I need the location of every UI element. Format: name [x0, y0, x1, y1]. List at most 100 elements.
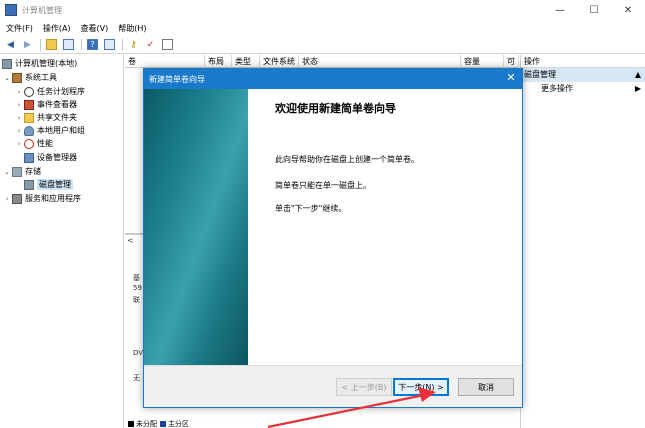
tree-item-label: 事件查看器: [37, 100, 77, 109]
navigation-tree: 计算机管理(本地) ⌄ 系统工具 › 任务计划程序 › 事件查看器 › 共享文件…: [0, 55, 124, 428]
cancel-button[interactable]: 取消: [458, 378, 514, 396]
collapse-up-icon[interactable]: ▲: [635, 68, 641, 82]
title-bar: 计算机管理 — ☐ ✕: [0, 0, 645, 20]
menu-file[interactable]: 文件(F): [6, 23, 33, 34]
services-icon: [12, 193, 22, 204]
back-arrow-icon[interactable]: ◀: [3, 38, 18, 52]
disk-size: 59: [133, 284, 142, 292]
wizard-banner-image: [144, 89, 248, 365]
shared-folder-icon: [24, 112, 34, 123]
column-available[interactable]: 可: [504, 55, 519, 68]
dvd-label: DV: [133, 349, 144, 357]
dialog-close-button[interactable]: ✕: [504, 71, 518, 84]
tree-item-local-users[interactable]: › 本地用户和组: [14, 124, 85, 137]
up-folder-icon[interactable]: [44, 38, 59, 52]
tree-item-label: 共享文件夹: [37, 113, 77, 122]
computer-icon: [2, 58, 12, 69]
scroll-left-arrow[interactable]: <: [127, 236, 134, 245]
chevron-right-icon[interactable]: ›: [14, 88, 24, 96]
disk-management-icon: [24, 179, 34, 190]
more-actions-label: 更多操作: [541, 84, 573, 93]
minimize-button[interactable]: —: [543, 0, 577, 20]
tree-item-label: 服务和应用程序: [25, 194, 81, 203]
maximize-button[interactable]: ☐: [577, 0, 611, 20]
chevron-right-icon[interactable]: ›: [14, 140, 24, 148]
chevron-right-icon[interactable]: ›: [14, 127, 24, 135]
no-media-label: 无: [133, 374, 140, 382]
tree-item-event-viewer[interactable]: › 事件查看器: [14, 98, 77, 111]
tree-item-label: 任务计划程序: [37, 87, 85, 96]
more-actions-item[interactable]: 更多操作 ▶: [521, 82, 645, 96]
toolbar-divider: [122, 38, 123, 51]
disk-label: 基: [133, 274, 140, 282]
menu-view[interactable]: 查看(V): [81, 23, 109, 34]
column-capacity[interactable]: 容量: [461, 55, 504, 68]
tree-item-disk-management[interactable]: 磁盘管理: [24, 178, 73, 191]
legend-primary-swatch: [160, 421, 166, 427]
wizard-body: 欢迎使用新建简单卷向导 此向导帮助你在磁盘上创建一个简单卷。 简单卷只能在单一磁…: [248, 89, 522, 365]
actions-pane: 操作 磁盘管理 ▲ 更多操作 ▶: [520, 55, 645, 428]
toolbar-divider: [81, 38, 82, 51]
chevron-right-icon: ▶: [634, 84, 641, 93]
legend-primary-label: 主分区: [168, 420, 189, 428]
event-log-icon: [24, 99, 34, 110]
properties-icon[interactable]: [102, 38, 117, 52]
legend-unallocated-swatch: [128, 421, 134, 427]
wizard-heading: 欢迎使用新建简单卷向导: [275, 102, 396, 115]
column-type[interactable]: 类型: [232, 55, 260, 68]
computer-management-icon: [5, 4, 17, 16]
back-button[interactable]: < 上一步(B): [336, 378, 392, 396]
tree-item-task-scheduler[interactable]: › 任务计划程序: [14, 85, 85, 98]
tree-item-label: 性能: [37, 139, 53, 148]
menu-help[interactable]: 帮助(H): [118, 23, 146, 34]
checkmark-icon[interactable]: ✓: [143, 38, 158, 52]
dialog-title-bar[interactable]: 新建简单卷向导 ✕: [144, 69, 522, 89]
actions-section-label: 磁盘管理: [524, 70, 556, 79]
wizard-instruction: 单击"下一步"继续。: [275, 204, 347, 213]
column-filesystem[interactable]: 文件系统: [260, 55, 299, 68]
tree-item-label: 系统工具: [25, 73, 57, 82]
key-icon[interactable]: ⚷: [126, 38, 141, 52]
tree-item-label: 设备管理器: [37, 153, 77, 162]
storage-icon: [12, 166, 22, 177]
column-layout[interactable]: 布局: [205, 55, 232, 68]
wizard-note: 简单卷只能在单一磁盘上。: [275, 181, 371, 190]
close-button[interactable]: ✕: [611, 0, 645, 20]
tree-item-label: 存储: [25, 167, 41, 176]
tree-item-performance[interactable]: › 性能: [14, 137, 53, 150]
legend-unallocated-label: 未分配: [136, 420, 157, 428]
clock-icon: [24, 86, 34, 97]
column-status[interactable]: 状态: [299, 55, 461, 68]
chevron-down-icon[interactable]: ⌄: [2, 74, 12, 82]
forward-arrow-icon[interactable]: ▶: [20, 38, 35, 52]
tree-item-root[interactable]: 计算机管理(本地): [2, 57, 77, 70]
show-hide-tree-icon[interactable]: [61, 38, 76, 52]
column-header: 卷 布局 类型 文件系统 状态 容量 可: [125, 55, 519, 68]
window-title: 计算机管理: [22, 5, 62, 15]
tree-item-shared-folders[interactable]: › 共享文件夹: [14, 111, 77, 124]
chevron-down-icon[interactable]: ⌄: [2, 168, 12, 176]
column-volume[interactable]: 卷: [125, 55, 205, 68]
next-button[interactable]: 下一步(N) >: [393, 378, 449, 396]
dialog-title: 新建简单卷向导: [149, 74, 205, 84]
tree-item-system-tools[interactable]: ⌄ 系统工具: [2, 71, 57, 84]
chevron-right-icon[interactable]: ›: [14, 114, 24, 122]
wizard-footer: < 上一步(B) 下一步(N) > 取消: [144, 365, 522, 407]
disk-status: 联: [133, 296, 140, 304]
performance-icon: [24, 138, 34, 149]
disk-legend: 未分配 主分区: [125, 420, 519, 428]
tree-item-device-manager[interactable]: 设备管理器: [24, 151, 77, 164]
wizard-description: 此向导帮助你在磁盘上创建一个简单卷。: [275, 155, 419, 164]
help-icon[interactable]: ?: [85, 38, 100, 52]
chevron-right-icon[interactable]: ›: [2, 195, 12, 203]
tree-item-label: 磁盘管理: [37, 179, 73, 190]
tree-item-services-apps[interactable]: › 服务和应用程序: [2, 192, 81, 205]
tree-item-storage[interactable]: ⌄ 存储: [2, 165, 41, 178]
chevron-right-icon[interactable]: ›: [14, 101, 24, 109]
window-icon[interactable]: [160, 38, 175, 52]
actions-section-disk-management[interactable]: 磁盘管理 ▲: [521, 68, 645, 82]
users-icon: [24, 125, 34, 136]
toolbar-divider: [40, 38, 41, 51]
window-controls: — ☐ ✕: [543, 0, 645, 20]
menu-action[interactable]: 操作(A): [43, 23, 71, 34]
